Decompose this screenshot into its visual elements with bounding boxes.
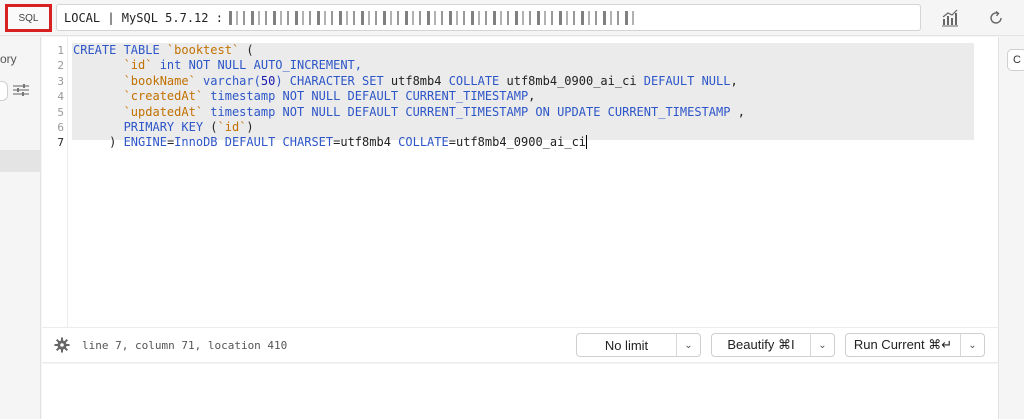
code-token: timestamp NOT NULL DEFAULT CURRENT_TIMES…: [203, 104, 731, 119]
code-token: CREATE TABLE: [73, 43, 167, 57]
connection-label: LOCAL | MySQL 5.7.12 :: [64, 10, 223, 25]
chevron-down-icon[interactable]: ⌄: [810, 334, 834, 356]
run-current-button[interactable]: Run Current ⌘↵ ⌄: [845, 333, 985, 357]
gear-icon[interactable]: [54, 337, 70, 353]
code-line[interactable]: `bookName` varchar(50) CHARACTER SET utf…: [73, 74, 738, 89]
sidebar-partial-label: ory: [0, 52, 17, 66]
sidebar-search-edge[interactable]: [0, 81, 8, 101]
code-line[interactable]: `updatedAt` timestamp NOT NULL DEFAULT C…: [73, 105, 745, 120]
chevron-down-icon[interactable]: ⌄: [676, 334, 700, 356]
code-token: ENGINE: [123, 135, 167, 150]
sidebar-selected-row[interactable]: [0, 150, 41, 172]
sql-mode-badge[interactable]: SQL: [5, 4, 52, 32]
connection-field[interactable]: LOCAL | MySQL 5.7.12 :: [56, 4, 921, 31]
text-cursor: [586, 135, 588, 150]
toolbar: SQL LOCAL | MySQL 5.7.12 :: [0, 0, 1024, 36]
code-line[interactable]: CREATE TABLE `booktest` (: [73, 43, 254, 58]
code-token: =: [448, 135, 456, 150]
code-token: varchar(: [195, 73, 261, 88]
line-number: 4: [57, 90, 64, 104]
limit-label: No limit: [604, 337, 649, 353]
right-sidebar: C: [998, 37, 1024, 419]
code-token: `booktest`: [166, 43, 240, 57]
code-token: InnoDB DEFAULT CHARSET: [174, 135, 334, 150]
left-sidebar: ory: [0, 37, 41, 419]
code-token: ): [246, 120, 254, 134]
code-token: 50: [260, 73, 276, 88]
code-token: PRIMARY KEY: [123, 120, 211, 134]
code-token: `createdAt`: [123, 89, 204, 104]
code-line[interactable]: `id` int NOT NULL AUTO_INCREMENT,: [73, 58, 362, 73]
code-token: `bookName`: [123, 73, 196, 88]
cursor-position: line 7, column 71, location 410: [82, 339, 288, 352]
chart-icon[interactable]: [939, 7, 961, 29]
line-number: 2: [57, 59, 64, 73]
code-token: utf8mb4_0900_ai_ci: [455, 135, 587, 150]
code-token: ): [73, 135, 124, 150]
code-token: `updatedAt`: [123, 104, 204, 119]
line-number: 6: [57, 121, 64, 134]
code-token: utf8mb4: [340, 135, 399, 150]
code-token: `id`: [123, 58, 153, 73]
refresh-icon[interactable]: [985, 7, 1007, 29]
limit-select[interactable]: No limit ⌄: [576, 333, 701, 357]
code-token: `id`: [217, 120, 247, 134]
code-token: ,: [528, 89, 536, 104]
code-token: (: [239, 43, 254, 57]
redacted-connection-details: [228, 10, 639, 25]
line-number: 3: [57, 74, 64, 88]
right-panel-tab[interactable]: C: [1007, 49, 1024, 71]
code-token: ) CHARACTER SET: [275, 73, 391, 88]
code-line[interactable]: ) ENGINE=InnoDB DEFAULT CHARSET=utf8mb4 …: [73, 135, 588, 150]
code-token: utf8mb4_0900_ai_ci: [506, 73, 644, 88]
filter-sliders-icon[interactable]: [12, 82, 30, 98]
code-token: utf8mb4: [390, 73, 449, 88]
line-number: 1: [57, 44, 64, 57]
results-panel: [42, 364, 998, 419]
sql-editor[interactable]: 1 CREATE TABLE `booktest` (2 `id` int NOT…: [42, 37, 998, 327]
code-token: int NOT NULL AUTO_INCREMENT,: [152, 58, 362, 73]
line-number: 7: [57, 136, 64, 150]
line-number: 5: [57, 105, 64, 119]
code-token: DEFAULT NULL: [643, 73, 731, 88]
code-token: COLLATE: [448, 73, 507, 88]
code-token: timestamp NOT NULL DEFAULT CURRENT_TIMES…: [203, 89, 529, 104]
code-line[interactable]: PRIMARY KEY (`id`): [73, 120, 254, 135]
code-token: ,: [730, 104, 745, 119]
run-current-label: Run Current ⌘↵: [853, 337, 953, 352]
code-line[interactable]: `createdAt` timestamp NOT NULL DEFAULT C…: [73, 89, 536, 104]
app-window: SQL LOCAL | MySQL 5.7.12 : ory 1 CREATE …: [0, 0, 1024, 419]
beautify-button[interactable]: Beautify ⌘I ⌄: [711, 333, 835, 357]
beautify-label: Beautify ⌘I: [727, 337, 795, 352]
code-token: (: [210, 120, 218, 134]
editor-statusbar: line 7, column 71, location 410 No limit…: [42, 327, 998, 363]
code-token: COLLATE: [398, 135, 449, 150]
code-token: ,: [730, 73, 738, 88]
chevron-down-icon[interactable]: ⌄: [960, 334, 984, 356]
